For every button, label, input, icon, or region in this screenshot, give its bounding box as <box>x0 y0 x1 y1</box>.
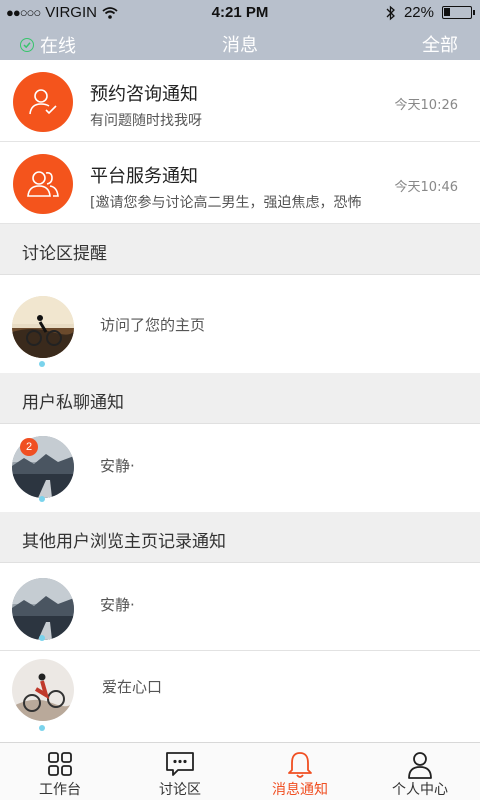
tab-label: 讨论区 <box>159 782 201 798</box>
avatar <box>12 578 74 640</box>
online-dot <box>39 635 45 641</box>
notice-time: 今天10:26 <box>394 98 458 113</box>
users-icon <box>13 154 73 214</box>
chat-user-name: 安静· <box>100 457 135 475</box>
notice-title: 预约咨询通知 <box>90 84 198 105</box>
tab-label: 消息通知 <box>272 782 328 798</box>
notice-platform[interactable]: 平台服务通知 [邀请您参与讨论高二男生，强迫焦虑，恐怖 今天10:46 <box>0 142 480 224</box>
tab-workbench[interactable]: 工作台 <box>0 743 120 800</box>
unread-badge: 2 <box>20 438 38 456</box>
notice-title: 平台服务通知 <box>90 166 198 187</box>
person-icon <box>408 752 432 779</box>
user-check-icon <box>13 72 73 132</box>
section-browse-records: 其他用户浏览主页记录通知 <box>0 512 480 563</box>
battery-icon <box>442 6 475 19</box>
notice-subtitle: 有问题随时找我呀 <box>90 113 202 129</box>
tab-profile[interactable]: 个人中心 <box>360 743 480 800</box>
message-list: 预约咨询通知 有问题随时找我呀 今天10:26 平台服务通知 [邀请您参与讨论高… <box>0 60 480 742</box>
nav-header: 在线 消息 全部 <box>0 26 480 60</box>
bluetooth-icon <box>386 5 395 20</box>
section-forum-reminder: 讨论区提醒 <box>0 224 480 275</box>
visit-text: 访问了您的主页 <box>100 316 206 334</box>
avatar <box>12 296 74 358</box>
bottom-tab-bar: 工作台 讨论区 消息通知 个人中心 <box>0 742 480 800</box>
browse-user-name: 安静· <box>100 596 135 614</box>
chat-bubble-icon <box>166 752 194 776</box>
forum-visit-item[interactable]: 访问了您的主页 <box>0 275 480 373</box>
browse-item[interactable]: 安静· <box>0 563 480 651</box>
notice-appointment[interactable]: 预约咨询通知 有问题随时找我呀 今天10:26 <box>0 60 480 142</box>
bell-icon <box>288 752 312 778</box>
tab-label: 个人中心 <box>392 782 448 798</box>
online-dot <box>39 361 45 367</box>
browse-item[interactable]: 爱在心口 <box>0 651 480 741</box>
battery-percent: 22% <box>403 4 434 21</box>
notice-subtitle: [邀请您参与讨论高二男生，强迫焦虑，恐怖 <box>90 195 362 211</box>
online-dot <box>39 725 45 731</box>
browse-user-name: 爱在心口 <box>102 678 163 696</box>
online-dot <box>39 496 45 502</box>
section-private-chat: 用户私聊通知 <box>0 373 480 424</box>
page-title: 消息 <box>222 35 258 56</box>
tab-label: 工作台 <box>39 782 81 798</box>
tab-notifications[interactable]: 消息通知 <box>240 743 360 800</box>
notice-time: 今天10:46 <box>394 180 458 195</box>
avatar <box>12 659 74 721</box>
grid-icon <box>48 752 72 776</box>
filter-all-button[interactable]: 全部 <box>422 31 458 57</box>
status-bar: ●●○○○ VIRGIN 4:21 PM 22% <box>0 0 480 26</box>
tab-forum[interactable]: 讨论区 <box>120 743 240 800</box>
chat-item[interactable]: 2 安静· <box>0 424 480 512</box>
